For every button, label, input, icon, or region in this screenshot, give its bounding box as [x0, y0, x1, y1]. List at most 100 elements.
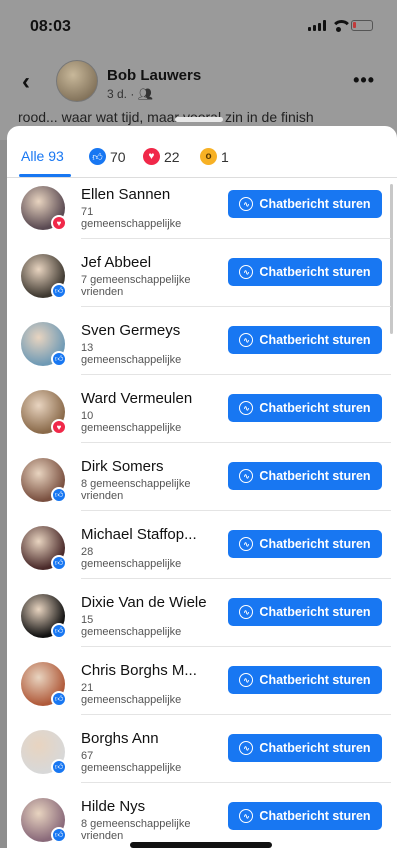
person-name[interactable]: Chris Borghs M...	[81, 662, 197, 679]
mutual-friends: 13 gemeenschappelijke	[81, 342, 182, 366]
messenger-icon: ∿	[239, 809, 254, 823]
like-icon: 👍︎	[89, 148, 106, 165]
more-options-icon[interactable]: •••	[353, 70, 375, 91]
messenger-icon: ∿	[239, 197, 254, 211]
divider	[81, 510, 391, 511]
mutual-friends: 21 gemeenschappelijke	[81, 682, 182, 706]
button-label: Chatbericht sturen	[259, 469, 371, 483]
wow-icon: o	[200, 148, 217, 165]
send-message-button[interactable]: ∿ Chatbericht sturen	[228, 734, 382, 762]
author-avatar[interactable]	[56, 60, 98, 102]
battery-icon	[351, 20, 373, 31]
button-label: Chatbericht sturen	[259, 605, 371, 619]
send-message-button[interactable]: ∿ Chatbericht sturen	[228, 190, 382, 218]
clock: 08:03	[30, 18, 71, 35]
button-label: Chatbericht sturen	[259, 741, 371, 755]
list-item[interactable]: 👍︎ Michael Staffop... 28 gemeenschappelijk…	[7, 522, 397, 590]
list-item[interactable]: ♥ Ward Vermeulen 10 gemeenschappelijke ∿ Cha…	[7, 386, 397, 454]
wifi-icon	[331, 20, 352, 32]
person-name[interactable]: Ellen Sannen	[81, 186, 170, 203]
person-name[interactable]: Dirk Somers	[81, 458, 164, 475]
like-icon: 👍︎	[51, 759, 67, 775]
back-icon[interactable]: ‹	[22, 68, 30, 96]
send-message-button[interactable]: ∿ Chatbericht sturen	[228, 598, 382, 626]
person-name[interactable]: Dixie Van de Wiele	[81, 594, 207, 611]
person-name[interactable]: Hilde Nys	[81, 798, 145, 815]
list-item[interactable]: 👍︎ Chris Borghs M... 21 gemeenschappelijke…	[7, 658, 397, 726]
list-item[interactable]: 👍︎ Sven Germeys 13 gemeenschappelijke ∿ Chat…	[7, 318, 397, 386]
heart-icon: ♥	[143, 148, 160, 165]
like-icon: 👍︎	[51, 283, 67, 299]
button-label: Chatbericht sturen	[259, 265, 371, 279]
messenger-icon: ∿	[239, 265, 254, 279]
heart-icon: ♥	[51, 419, 67, 435]
like-icon: 👍︎	[51, 827, 67, 843]
post-header: ‹ Bob Lauwers 3 d. · 👥︎ •••	[0, 56, 397, 106]
messenger-icon: ∿	[239, 401, 254, 415]
send-message-button[interactable]: ∿ Chatbericht sturen	[228, 258, 382, 286]
button-label: Chatbericht sturen	[259, 809, 371, 823]
like-icon: 👍︎	[51, 623, 67, 639]
mutual-friends: 28 gemeenschappelijke	[81, 546, 182, 570]
divider	[81, 306, 391, 307]
tab-heart[interactable]: ♥ 22	[143, 148, 180, 165]
mutual-friends: 8 gemeenschappelijke vrienden	[81, 818, 191, 842]
status-icons	[308, 20, 373, 32]
send-message-button[interactable]: ∿ Chatbericht sturen	[228, 394, 382, 422]
list-item[interactable]: ♥ Ellen Sannen 71 gemeenschappelijke ∿ Chatb…	[7, 182, 397, 250]
button-label: Chatbericht sturen	[259, 537, 371, 551]
reaction-tabs: Alle 93 👍︎ 70 ♥ 22 o 1	[7, 126, 397, 178]
like-icon: 👍︎	[51, 555, 67, 571]
messenger-icon: ∿	[239, 673, 254, 687]
button-label: Chatbericht sturen	[259, 333, 371, 347]
list-item[interactable]: 👍︎ Dixie Van de Wiele 15 gemeenschappelijk…	[7, 590, 397, 658]
button-label: Chatbericht sturen	[259, 401, 371, 415]
person-name[interactable]: Sven Germeys	[81, 322, 180, 339]
divider	[81, 238, 391, 239]
tab-like[interactable]: 👍︎ 70	[89, 148, 126, 165]
like-icon: 👍︎	[51, 351, 67, 367]
list-item[interactable]: 👍︎ Hilde Nys 8 gemeenschappelijke vrienden…	[7, 794, 397, 848]
home-indicator[interactable]	[130, 842, 272, 848]
mutual-friends: 10 gemeenschappelijke	[81, 410, 182, 434]
person-name[interactable]: Michael Staffop...	[81, 526, 197, 543]
like-icon: 👍︎	[51, 487, 67, 503]
divider	[81, 374, 391, 375]
tab-wow[interactable]: o 1	[200, 148, 229, 165]
messenger-icon: ∿	[239, 469, 254, 483]
sheet-grab-handle[interactable]	[175, 117, 223, 122]
active-tab-indicator	[19, 174, 71, 177]
status-bar: 08:03	[0, 0, 397, 50]
person-name[interactable]: Ward Vermeulen	[81, 390, 192, 407]
mutual-friends: 8 gemeenschappelijke vrienden	[81, 478, 191, 502]
send-message-button[interactable]: ∿ Chatbericht sturen	[228, 530, 382, 558]
mutual-friends: 7 gemeenschappelijke vrienden	[81, 274, 191, 298]
messenger-icon: ∿	[239, 605, 254, 619]
messenger-icon: ∿	[239, 333, 254, 347]
mutual-friends: 15 gemeenschappelijke	[81, 614, 182, 638]
divider	[81, 442, 391, 443]
reactions-sheet: Alle 93 👍︎ 70 ♥ 22 o 1 ♥ Ellen Sannen 71 g…	[7, 126, 397, 848]
signal-icon	[308, 20, 326, 31]
author-name[interactable]: Bob Lauwers	[107, 67, 201, 84]
send-message-button[interactable]: ∿ Chatbericht sturen	[228, 802, 382, 830]
send-message-button[interactable]: ∿ Chatbericht sturen	[228, 462, 382, 490]
person-name[interactable]: Borghs Ann	[81, 730, 159, 747]
messenger-icon: ∿	[239, 537, 254, 551]
list-item[interactable]: 👍︎ Borghs Ann 67 gemeenschappelijke ∿ Chatbe…	[7, 726, 397, 794]
messenger-icon: ∿	[239, 741, 254, 755]
divider	[81, 714, 391, 715]
mutual-friends: 67 gemeenschappelijke	[81, 750, 182, 774]
tab-all[interactable]: Alle 93	[21, 148, 64, 164]
send-message-button[interactable]: ∿ Chatbericht sturen	[228, 666, 382, 694]
divider	[81, 646, 391, 647]
send-message-button[interactable]: ∿ Chatbericht sturen	[228, 326, 382, 354]
list-item[interactable]: 👍︎ Dirk Somers 8 gemeenschappelijke vriend…	[7, 454, 397, 522]
list-item[interactable]: 👍︎ Jef Abbeel 7 gemeenschappelijke vriende…	[7, 250, 397, 318]
friends-icon: 👥︎	[137, 87, 153, 101]
button-label: Chatbericht sturen	[259, 673, 371, 687]
person-name[interactable]: Jef Abbeel	[81, 254, 151, 271]
button-label: Chatbericht sturen	[259, 197, 371, 211]
post-meta: 3 d. · 👥︎	[107, 87, 153, 101]
mutual-friends: 71 gemeenschappelijke	[81, 206, 182, 230]
